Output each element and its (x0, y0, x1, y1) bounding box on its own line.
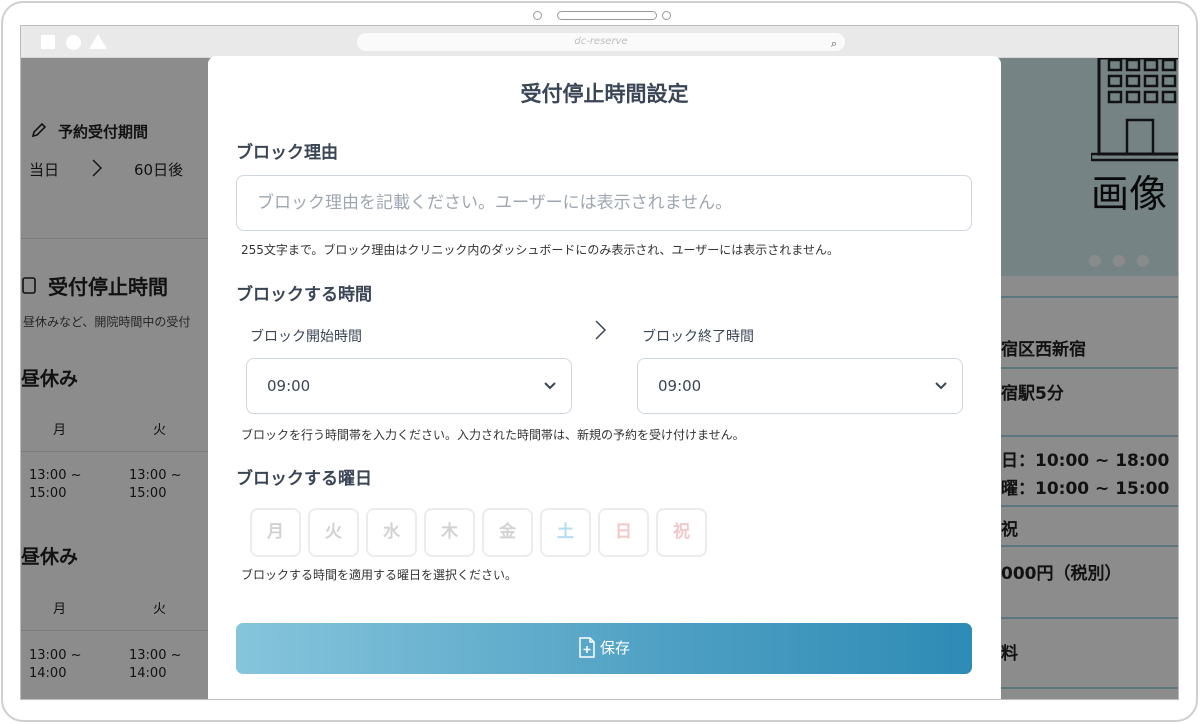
period-from: 当日 (29, 161, 60, 179)
address-row: 宿区西新宿 (999, 298, 1178, 369)
add-file-icon (579, 636, 595, 658)
screen: dc-reserve ⌕ 予約受付期間 当日 60日後 受付停止時間 昼休みなど… (20, 25, 1179, 700)
group2-title: 昼休み (21, 546, 79, 568)
hero-image-placeholder: 画像 (999, 58, 1178, 276)
start-time-select[interactable]: 09:00 (246, 358, 572, 414)
divider (21, 630, 221, 631)
end-time-select[interactable]: 09:00 (637, 358, 963, 414)
triangle-icon (89, 34, 107, 49)
reason-hint: 255文字まで。ブロック理由はクリニック内のダッシュボードにのみ表示され、ユーザ… (241, 243, 839, 257)
modal-title: 受付停止時間設定 (520, 82, 689, 106)
day-toggle-tue[interactable]: 火 (308, 508, 359, 557)
chevron-right-icon (92, 159, 102, 177)
end-time-label: ブロック終了時間 (642, 329, 754, 345)
days-hint: ブロックする時間を適用する曜日を選択ください。 (241, 568, 518, 582)
start-time-value: 09:00 (267, 377, 311, 395)
period-to: 60日後 (134, 161, 184, 179)
time-hint: ブロックを行う時間帯を入力ください。入力された時間帯は、新規の予約を受け付けませ… (241, 428, 745, 442)
browser-bar: dc-reserve ⌕ (21, 26, 1178, 58)
block-time-modal: 受付停止時間設定 ブロック理由 ブロック理由を記載ください。ユーザーには表示され… (208, 56, 1001, 699)
group1-cell1: 13:00 ~ 15:00 (29, 468, 82, 501)
period-title: 予約受付期間 (58, 123, 149, 141)
save-label: 保存 (599, 639, 630, 657)
day-toggle-sun[interactable]: 日 (598, 508, 649, 557)
group2-col1: 月 (53, 602, 67, 617)
clipboard-icon (22, 277, 36, 294)
group1-col1: 月 (53, 423, 67, 438)
settings-panel: 予約受付期間 当日 60日後 受付停止時間 昼休みなど、開院時間中の受付 昼休み… (21, 58, 221, 699)
reason-input[interactable]: ブロック理由を記載ください。ユーザーには表示されません。 (236, 175, 972, 231)
reason-placeholder: ブロック理由を記載ください。ユーザーには表示されません。 (257, 193, 733, 213)
day-toggle-holiday[interactable]: 祝 (656, 508, 707, 557)
holiday-row: 祝 (999, 507, 1178, 547)
group1-col2: 火 (153, 423, 167, 438)
hero-placeholder-text: 画像 (1091, 172, 1168, 216)
end-time-value: 09:00 (658, 377, 702, 395)
stop-time-title: 受付停止時間 (48, 275, 168, 299)
start-time-label: ブロック開始時間 (250, 329, 362, 345)
divider (21, 451, 221, 452)
carousel-dots[interactable] (1089, 252, 1161, 271)
hours-row: 日：10:00 ~ 18:00 曜：10:00 ~ 15:00 (999, 437, 1178, 507)
device-notch (3, 10, 1196, 22)
sensor-dot (662, 11, 671, 20)
group1-title: 昼休み (21, 368, 79, 390)
day-toggle-thu[interactable]: 木 (424, 508, 475, 557)
day-toggle-fri[interactable]: 金 (482, 508, 533, 557)
day-selector: 月火水木金土日祝 (250, 508, 714, 557)
camera-dot (533, 11, 542, 20)
address-bar[interactable]: dc-reserve ⌕ (357, 33, 845, 51)
block-days-label: ブロックする曜日 (236, 469, 372, 489)
chevron-down-icon[interactable] (934, 359, 948, 413)
save-button[interactable]: 保存 (236, 623, 972, 674)
group2-cell1: 13:00 ~ 14:00 (29, 648, 82, 681)
search-icon[interactable]: ⌕ (831, 35, 837, 53)
group2-cell2: 13:00 ~ 14:00 (129, 648, 182, 681)
divider (21, 238, 221, 239)
price-row: 000円（税別） (999, 547, 1178, 619)
pencil-icon (31, 122, 47, 138)
day-toggle-sat[interactable]: 土 (540, 508, 591, 557)
chevron-down-icon[interactable] (543, 359, 557, 413)
circle-icon (66, 35, 81, 50)
stop-time-desc: 昼休みなど、開院時間中の受付 (23, 315, 191, 329)
square-icon (41, 35, 55, 49)
chevron-right-icon (595, 320, 607, 340)
group1-cell2: 13:00 ~ 15:00 (129, 468, 182, 501)
reason-label: ブロック理由 (236, 143, 338, 163)
station-row: 宿駅5分 (999, 369, 1178, 437)
group2-col2: 火 (153, 602, 167, 617)
url-text: dc-reserve (574, 36, 628, 47)
day-toggle-mon[interactable]: 月 (250, 508, 301, 557)
block-time-label: ブロックする時間 (236, 285, 372, 305)
day-toggle-wed[interactable]: 水 (366, 508, 417, 557)
speaker-bar (557, 11, 657, 20)
building-icon (1091, 58, 1178, 162)
fee-row: 料 (999, 619, 1178, 689)
clinic-info-panel: 画像 宿区西新宿 宿駅5分 日：10:00 ~ 18:00 曜：10:00 ~ … (999, 58, 1178, 699)
